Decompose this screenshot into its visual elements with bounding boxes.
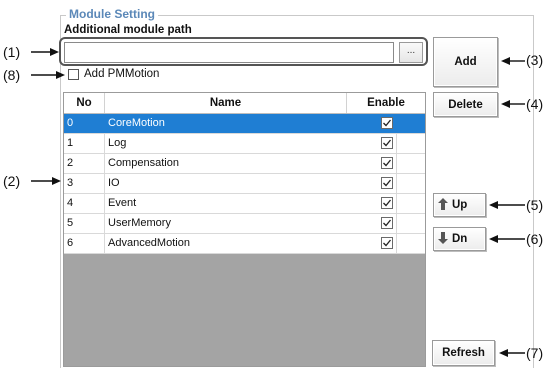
callout-arrows <box>31 48 525 357</box>
